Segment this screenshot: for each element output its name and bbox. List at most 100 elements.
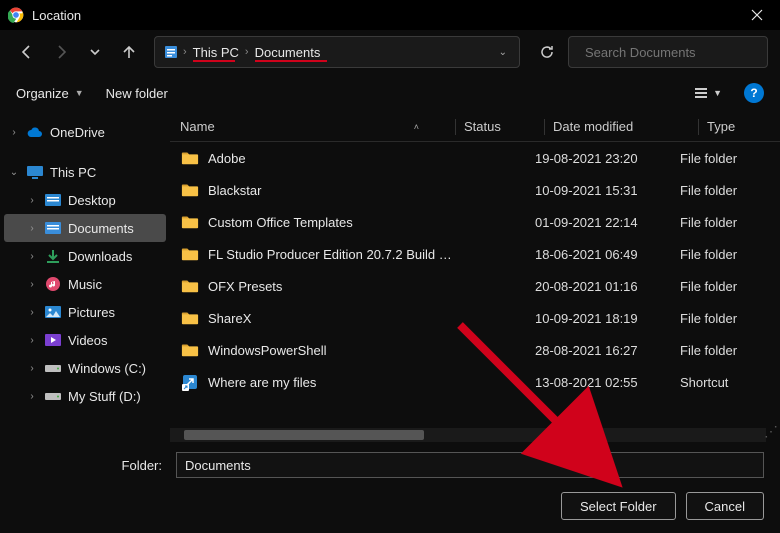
- annotation-underline: [193, 60, 235, 62]
- back-button[interactable]: [12, 37, 42, 67]
- file-name: Adobe: [208, 151, 455, 166]
- chevron-right-icon: ›: [26, 335, 38, 346]
- resize-grip[interactable]: ⋰: [764, 423, 778, 440]
- videos-icon: [44, 333, 62, 347]
- documents-icon: [161, 44, 181, 60]
- file-type: File folder: [680, 279, 780, 294]
- drive-icon: [44, 389, 62, 403]
- breadcrumb-thispc[interactable]: This PC: [189, 45, 243, 60]
- sidebar-item-thispc[interactable]: ⌄ This PC: [0, 158, 170, 186]
- file-date: 28-08-2021 16:27: [535, 343, 680, 358]
- file-row[interactable]: Blackstar10-09-2021 15:31File folder: [170, 174, 780, 206]
- sidebar-item-onedrive[interactable]: › OneDrive: [0, 118, 170, 146]
- col-type[interactable]: Type: [707, 119, 780, 134]
- cancel-button[interactable]: Cancel: [686, 492, 764, 520]
- col-name[interactable]: Name ˄: [180, 119, 455, 134]
- desktop-icon: [44, 193, 62, 207]
- folder-icon: [180, 308, 200, 328]
- toolbar: Organize ▼ New folder ▼ ?: [0, 74, 780, 112]
- drive-icon: [44, 361, 62, 375]
- sidebar-item-videos[interactable]: ›Videos: [0, 326, 170, 354]
- sidebar-item-label: Desktop: [68, 193, 116, 208]
- organize-button[interactable]: Organize ▼: [16, 86, 84, 101]
- nav-row: › This PC › Documents ⌄: [0, 30, 780, 74]
- file-row[interactable]: FL Studio Producer Edition 20.7.2 Build …: [170, 238, 780, 270]
- file-date: 01-09-2021 22:14: [535, 215, 680, 230]
- file-type: File folder: [680, 215, 780, 230]
- folder-icon: [180, 148, 200, 168]
- file-type: File folder: [680, 311, 780, 326]
- col-status[interactable]: Status: [464, 119, 544, 134]
- file-name: WindowsPowerShell: [208, 343, 455, 358]
- sidebar-item-documents[interactable]: › Documents: [4, 214, 166, 242]
- file-row[interactable]: Where are my files13-08-2021 02:55Shortc…: [170, 366, 780, 398]
- titlebar: Location: [0, 0, 780, 30]
- file-row[interactable]: ShareX 10-09-2021 18:19File folder: [170, 302, 780, 334]
- file-date: 18-06-2021 06:49: [535, 247, 680, 262]
- forward-button[interactable]: [46, 37, 76, 67]
- file-row[interactable]: Adobe19-08-2021 23:20File folder: [170, 142, 780, 174]
- chevron-down-icon[interactable]: ⌄: [493, 47, 513, 58]
- file-row[interactable]: Custom Office Templates 01-09-2021 22:14F…: [170, 206, 780, 238]
- file-name: FL Studio Producer Edition 20.7.2 Build …: [208, 247, 455, 262]
- sidebar-item-label: My Stuff (D:): [68, 389, 141, 404]
- chevron-right-icon: ›: [26, 195, 38, 206]
- sidebar-item-my-stuff-d-[interactable]: ›My Stuff (D:): [0, 382, 170, 410]
- column-headers: Name ˄ Status Date modified Type: [170, 112, 780, 142]
- up-button[interactable]: [114, 37, 144, 67]
- documents-icon: [44, 221, 62, 235]
- file-date: 10-09-2021 15:31: [535, 183, 680, 198]
- sidebar-item-windows-c-[interactable]: › Windows (C:): [0, 354, 170, 382]
- chevron-right-icon: ›: [26, 251, 38, 262]
- sidebar-item-downloads[interactable]: ›Downloads: [0, 242, 170, 270]
- file-name: ShareX: [208, 311, 455, 326]
- chevron-right-icon: ›: [243, 46, 251, 58]
- help-button[interactable]: ?: [744, 83, 764, 103]
- annotation-underline: [255, 60, 327, 62]
- chevron-down-icon: ⌄: [8, 167, 20, 178]
- sidebar-item-label: Pictures: [68, 305, 115, 320]
- pictures-icon: [44, 305, 62, 319]
- music-icon: [44, 276, 62, 292]
- chevron-right-icon: ›: [26, 223, 38, 234]
- file-row[interactable]: WindowsPowerShell 28-08-2021 16:27File fo…: [170, 334, 780, 366]
- file-row[interactable]: OFX Presets20-08-2021 01:16File folder: [170, 270, 780, 302]
- col-date[interactable]: Date modified: [553, 119, 698, 134]
- file-date: 10-09-2021 18:19: [535, 311, 680, 326]
- sidebar: › OneDrive ⌄ This PC ›Desktop›Documents›…: [0, 112, 170, 442]
- sidebar-item-label: Music: [68, 277, 102, 292]
- refresh-button[interactable]: [530, 36, 564, 68]
- sidebar-item-desktop[interactable]: › Desktop: [0, 186, 170, 214]
- chevron-right-icon: ›: [26, 363, 38, 374]
- file-name: Custom Office Templates: [208, 215, 455, 230]
- sidebar-item-music[interactable]: ›Music: [0, 270, 170, 298]
- folder-icon: [180, 340, 200, 360]
- downloads-icon: [44, 248, 62, 264]
- sidebar-item-pictures[interactable]: › Pictures: [0, 298, 170, 326]
- view-button[interactable]: ▼: [693, 85, 722, 101]
- file-date: 13-08-2021 02:55: [535, 375, 680, 390]
- search-box[interactable]: [568, 36, 768, 68]
- search-input[interactable]: [585, 45, 761, 60]
- chevron-right-icon: ›: [26, 307, 38, 318]
- new-folder-button[interactable]: New folder: [106, 86, 168, 101]
- chevron-right-icon: ›: [8, 127, 20, 138]
- file-area: Name ˄ Status Date modified Type Adobe 19…: [170, 112, 780, 442]
- list-icon: [693, 85, 709, 101]
- sidebar-item-label: Documents: [68, 221, 134, 236]
- close-button[interactable]: [734, 0, 780, 30]
- file-name: Blackstar: [208, 183, 455, 198]
- chevron-down-icon: ▼: [713, 88, 722, 98]
- breadcrumb-documents[interactable]: Documents: [251, 45, 325, 60]
- pc-icon: [26, 165, 44, 179]
- scrollbar-thumb[interactable]: [184, 430, 424, 440]
- cloud-icon: [26, 125, 44, 139]
- horizontal-scrollbar[interactable]: [170, 428, 766, 442]
- sidebar-item-label: Windows (C:): [68, 361, 146, 376]
- folder-input[interactable]: [176, 452, 764, 478]
- file-type: File folder: [680, 343, 780, 358]
- file-date: 19-08-2021 23:20: [535, 151, 680, 166]
- recent-dropdown[interactable]: [80, 37, 110, 67]
- address-bar[interactable]: › This PC › Documents ⌄: [154, 36, 520, 68]
- select-folder-button[interactable]: Select Folder: [561, 492, 676, 520]
